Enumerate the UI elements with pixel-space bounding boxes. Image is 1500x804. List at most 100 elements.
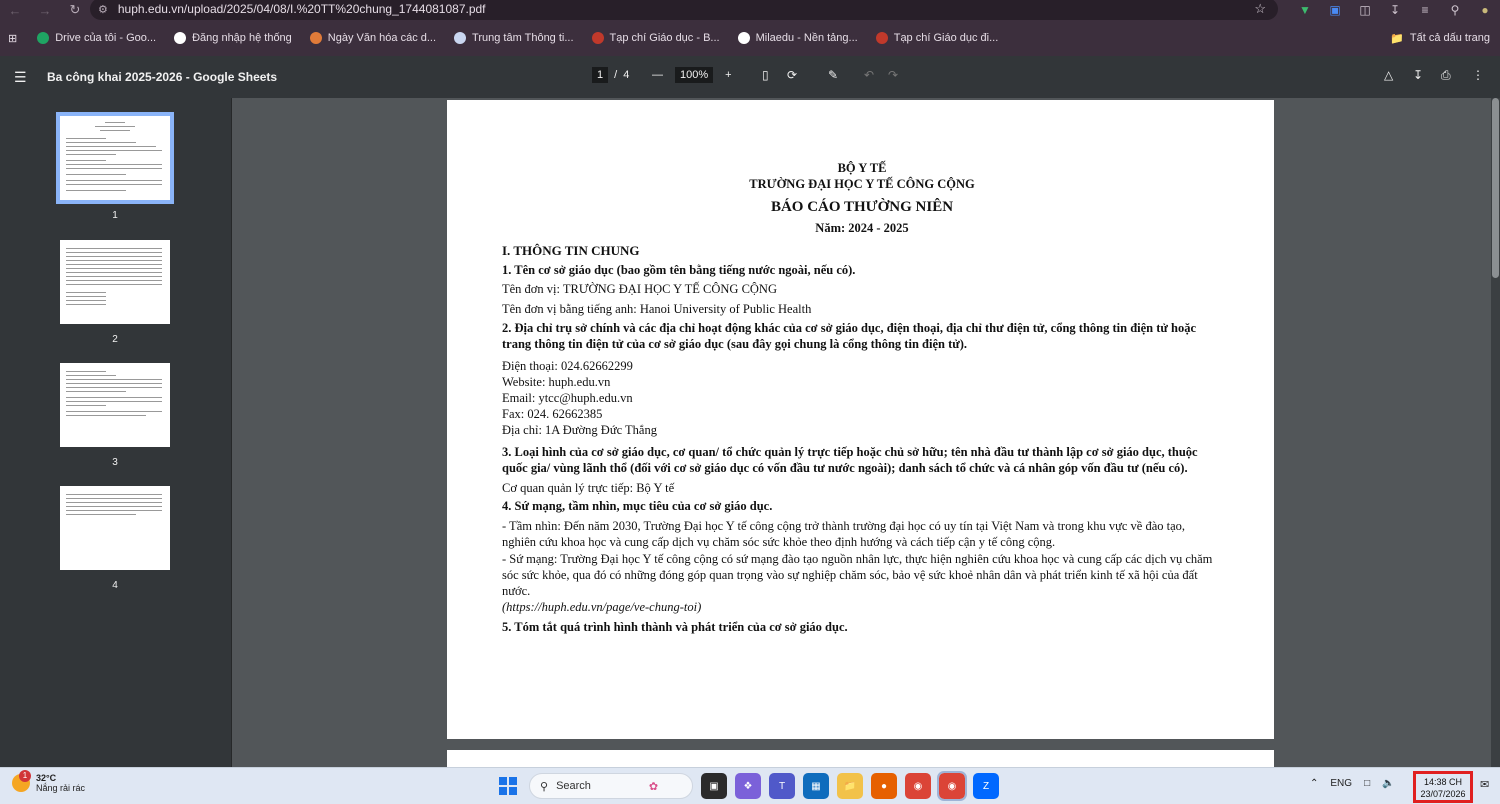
print-icon[interactable]: ⎙: [1441, 68, 1451, 83]
weather-widget[interactable]: 1 32°C Nắng rải rác: [12, 770, 85, 793]
thumbnail-page-3[interactable]: [60, 363, 170, 447]
all-bookmarks[interactable]: 📁 Tất cả dấu trang: [1390, 26, 1490, 50]
doc-paragraph: Địa chỉ: 1A Đường Đức Thắng: [502, 423, 657, 437]
annotate-icon[interactable]: ✎: [828, 68, 838, 82]
doc-paragraph: - Sứ mạng: Trường Đại học Y tế công cộng…: [502, 552, 1213, 598]
viewer-scrollbar[interactable]: [1491, 98, 1500, 767]
bookmark-label: Ngày Văn hóa các d...: [327, 32, 437, 44]
notification-icon[interactable]: ✉: [1480, 778, 1489, 791]
network-icon[interactable]: □: [1364, 778, 1370, 789]
zoom-level[interactable]: 100%: [675, 67, 714, 83]
search-label: Search: [556, 780, 591, 792]
page-input[interactable]: 1: [592, 67, 609, 83]
thumbnail-page-2[interactable]: [60, 240, 170, 324]
doc-paragraph: Tên đơn vị bằng tiếng anh: Hanoi Univers…: [502, 302, 812, 316]
site-icon: [591, 32, 604, 44]
store-icon[interactable]: ▦: [803, 773, 829, 799]
firefox-icon[interactable]: ●: [871, 773, 897, 799]
bookmark-item[interactable]: Trung tâm Thông ti...: [448, 26, 580, 50]
clock-date: 23/07/2026: [1420, 789, 1466, 799]
url-text: huph.edu.vn/upload/2025/04/08/I.%20TT%20…: [117, 2, 486, 16]
all-bookmarks-label: Tất cả dấu trang: [1409, 32, 1490, 44]
clock-widget[interactable]: 14:38 CH 23/07/2026: [1413, 771, 1473, 803]
download-icon[interactable]: ↧: [1380, 0, 1410, 20]
doc-paragraph: Email: ytcc@huph.edu.vn: [502, 391, 633, 405]
fit-page-icon[interactable]: ▯: [762, 68, 769, 82]
report-year: Năm: 2024 - 2025: [815, 221, 909, 235]
extensions-puzzle-icon[interactable]: ◫: [1350, 0, 1380, 20]
more-options-icon[interactable]: ⋮: [1472, 68, 1484, 82]
windows-start-icon[interactable]: [495, 773, 521, 799]
teams-icon[interactable]: T: [769, 773, 795, 799]
rotate-icon[interactable]: ⟳: [787, 68, 797, 82]
chrome-labs-icon[interactable]: ⚲: [1440, 0, 1470, 20]
file-explorer-icon[interactable]: 📁: [837, 773, 863, 799]
scrollbar-thumb[interactable]: [1492, 98, 1499, 278]
language-indicator[interactable]: ENG: [1330, 778, 1352, 789]
chrome-active-icon[interactable]: ◉: [937, 771, 967, 801]
copilot-icon[interactable]: ❖: [735, 773, 761, 799]
task-view-icon[interactable]: ▣: [701, 773, 727, 799]
pdf-page-1: BỘ Y TẾ TRƯỜNG ĐẠI HỌC Y TẾ CÔNG CỘNG BÁ…: [447, 100, 1274, 739]
chrome-icon[interactable]: ◉: [905, 773, 931, 799]
bookmark-item[interactable]: Tạp chí Giáo dục đi...: [870, 26, 1005, 50]
thumbnail-sidebar: 1 2 3 4: [0, 98, 232, 767]
bookmark-item[interactable]: Tạp chí Giáo dục - B...: [586, 26, 726, 50]
thumbnail-page-4[interactable]: [60, 486, 170, 570]
bookmark-star-icon[interactable]: ☆: [1254, 1, 1266, 17]
question-heading: 1. Tên cơ sở giáo dục (bao gồm tên bằng …: [502, 263, 856, 277]
drive-save-icon[interactable]: △: [1384, 68, 1393, 82]
page-separator: /: [614, 69, 618, 81]
question-heading: 2. Địa chỉ trụ sở chính và các địa chỉ h…: [502, 321, 1197, 351]
question-heading: 4. Sứ mạng, tầm nhìn, mục tiêu của cơ sở…: [502, 499, 773, 513]
taskbar: 1 32°C Nắng rải rác ⚲ Search ✿ ▣ ❖ T ▦ 📁…: [0, 767, 1500, 804]
bookmark-label: Milaedu - Nền tảng...: [755, 32, 858, 44]
back-icon[interactable]: ←: [0, 0, 30, 20]
bookmark-label: Trung tâm Thông ti...: [472, 32, 574, 44]
bookmark-item[interactable]: Drive của tôi - Goo...: [31, 26, 162, 50]
document-content: BỘ Y TẾ TRƯỜNG ĐẠI HỌC Y TẾ CÔNG CỘNG BÁ…: [502, 160, 1222, 635]
question-heading: 3. Loại hình của cơ sở giáo dục, cơ quan…: [502, 445, 1198, 475]
folder-icon: 📁: [1390, 32, 1404, 45]
bookmark-item[interactable]: Ngày Văn hóa các d...: [304, 26, 442, 50]
drive-icon: [37, 32, 50, 44]
taskbar-search[interactable]: ⚲ Search ✿: [529, 773, 693, 799]
shield-extension-icon[interactable]: ▼: [1290, 0, 1320, 20]
reload-icon[interactable]: ↻: [60, 0, 90, 20]
zalo-icon[interactable]: Z: [973, 773, 999, 799]
volume-icon[interactable]: 🔈: [1382, 778, 1394, 789]
tray-chevron-icon[interactable]: ⌃: [1310, 778, 1318, 789]
forward-icon[interactable]: →: [30, 0, 60, 20]
pdf-page-2: [447, 750, 1274, 767]
pdf-toolbar: ☰ Ba công khai 2025-2026 - Google Sheets…: [0, 56, 1500, 98]
zoom-in-icon[interactable]: +: [725, 69, 731, 81]
site-info-icon[interactable]: ⚙: [98, 3, 108, 16]
bookmark-item[interactable]: Đăng nhập hệ thống: [168, 26, 298, 50]
weather-temp: 32°C: [36, 773, 57, 783]
undo-icon[interactable]: ↶: [864, 68, 874, 82]
redo-icon[interactable]: ↷: [888, 68, 898, 82]
section-heading: I. THÔNG TIN CHUNG: [502, 243, 640, 258]
profile-avatar[interactable]: ●: [1470, 0, 1500, 20]
doc-paragraph: Fax: 024. 62662385: [502, 407, 603, 421]
thumbnail-number: 2: [112, 334, 118, 345]
thumbnail-number: 1: [112, 210, 118, 221]
university-header: TRƯỜNG ĐẠI HỌC Y TẾ CÔNG CỘNG: [749, 177, 975, 191]
menu-list-icon[interactable]: ≡: [1410, 0, 1440, 20]
taskbar-apps: ⚲ Search ✿ ▣ ❖ T ▦ 📁 ● ◉ ◉ Z: [495, 771, 999, 801]
translate-extension-icon[interactable]: ▣: [1320, 0, 1350, 20]
search-highlight-icon: ✿: [648, 780, 659, 793]
address-bar[interactable]: ⚙ huph.edu.vn/upload/2025/04/08/I.%20TT%…: [90, 0, 1278, 20]
thumbnail-number: 3: [112, 457, 118, 468]
thumbnail-page-1[interactable]: [56, 112, 174, 204]
apps-grid-icon[interactable]: ⊞: [0, 26, 31, 50]
bookmark-item[interactable]: Milaedu - Nền tảng...: [732, 26, 864, 50]
doc-paragraph: Website: huph.edu.vn: [502, 375, 611, 389]
pdf-viewer[interactable]: BỘ Y TẾ TRƯỜNG ĐẠI HỌC Y TẾ CÔNG CỘNG BÁ…: [233, 98, 1500, 767]
doc-paragraph: Tên đơn vị: TRƯỜNG ĐẠI HỌC Y TẾ CÔNG CỘN…: [502, 282, 777, 296]
bookmarks-bar: ⊞ Drive của tôi - Goo... Đăng nhập hệ th…: [0, 20, 1500, 56]
download-pdf-icon[interactable]: ↧: [1413, 68, 1423, 82]
zoom-out-icon[interactable]: —: [652, 69, 663, 81]
sidebar-menu-icon[interactable]: ☰: [14, 69, 27, 86]
bookmark-label: Tạp chí Giáo dục đi...: [893, 32, 999, 44]
